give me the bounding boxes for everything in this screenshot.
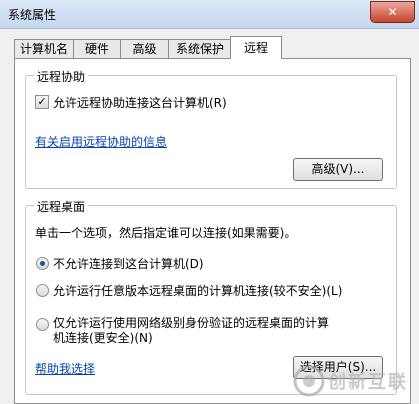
remote-assistance-info-link[interactable]: 有关启用远程协助的信息 xyxy=(35,133,167,150)
watermark-logo: 创新互联 xyxy=(292,358,419,402)
tab-computer-name[interactable]: 计算机名 xyxy=(14,39,74,58)
radio-selected-dot xyxy=(40,261,45,266)
tab-hardware[interactable]: 硬件 xyxy=(73,39,121,58)
option-deny-radio[interactable] xyxy=(36,257,49,270)
watermark-logo-icon xyxy=(293,365,325,397)
option-nla-label-line2[interactable]: 机连接(更安全)(N) xyxy=(53,329,153,346)
option-deny-label[interactable]: 不允许连接到这台计算机(D) xyxy=(53,255,204,272)
window-title: 系统属性 xyxy=(8,8,57,22)
tab-advanced[interactable]: 高级 xyxy=(120,39,169,58)
tab-panel-remote: 远程协助 ✓ 允许远程协助连接这台计算机(R) 有关启用远程协助的信息 高级(V… xyxy=(14,58,411,404)
close-button[interactable]: ✕ xyxy=(370,1,415,23)
remote-assistance-title: 远程协助 xyxy=(34,68,89,85)
allow-remote-assistance-checkbox[interactable]: ✓ xyxy=(35,95,49,109)
system-properties-window: 系统属性 ✕ 计算机名 硬件 高级 系统保护 远程 远程协助 ✓ 允许远程协助连… xyxy=(0,0,419,404)
advanced-button[interactable]: 高级(V)... xyxy=(293,158,383,181)
watermark-text: 创新互联 xyxy=(328,372,408,393)
remote-desktop-title: 远程桌面 xyxy=(34,198,89,215)
option-nla-radio[interactable] xyxy=(36,318,49,331)
help-me-choose-link[interactable]: 帮助我选择 xyxy=(35,360,95,377)
remote-assistance-group: 远程协助 ✓ 允许远程协助连接这台计算机(R) 有关启用远程协助的信息 高级(V… xyxy=(25,68,397,189)
option-any-version-radio[interactable] xyxy=(36,284,49,297)
tab-remote[interactable]: 远程 xyxy=(230,36,282,59)
allow-remote-assistance-label[interactable]: 允许远程协助连接这台计算机(R) xyxy=(53,94,227,111)
tab-system-protection[interactable]: 系统保护 xyxy=(168,39,232,58)
title-bar: 系统属性 ✕ xyxy=(0,0,419,29)
option-any-version-label[interactable]: 允许运行任意版本远程桌面的计算机连接(较不安全)(L) xyxy=(53,282,342,299)
remote-desktop-instruction: 单击一个选项，然后指定谁可以连接(如果需要)。 xyxy=(35,226,297,240)
